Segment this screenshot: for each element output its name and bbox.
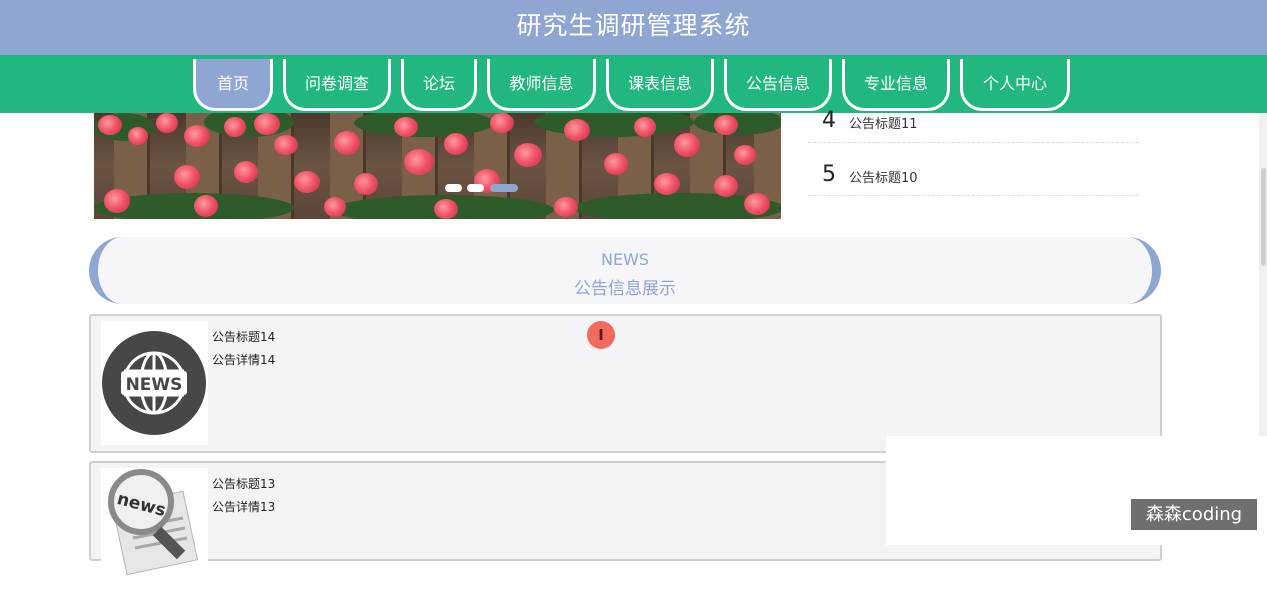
news-magnifier-icon: news bbox=[101, 468, 208, 592]
notice-rank: 4 bbox=[822, 108, 836, 133]
nav-item-timetable[interactable]: 课表信息 bbox=[606, 59, 714, 111]
carousel-dot-3[interactable] bbox=[490, 184, 518, 192]
nav-item-forum[interactable]: 论坛 bbox=[401, 59, 477, 111]
news-title-cn: 公告信息展示 bbox=[574, 279, 676, 299]
news-card-detail: 公告详情13 bbox=[212, 500, 276, 514]
carousel-dot-2[interactable] bbox=[467, 184, 484, 192]
app-title-bar: 研究生调研管理系统 bbox=[0, 0, 1267, 55]
news-card-title[interactable]: 公告标题13 bbox=[212, 475, 275, 492]
nav-item-questionnaire[interactable]: 问卷调查 bbox=[283, 59, 391, 111]
notice-list-item[interactable]: 4 公告标题11 bbox=[808, 90, 1139, 143]
text-cursor-icon: I bbox=[587, 321, 615, 349]
notice-title[interactable]: 公告标题10 bbox=[849, 167, 918, 186]
news-globe-icon: NEWS bbox=[101, 321, 208, 445]
news-section-header: NEWS 公告信息展示 bbox=[89, 237, 1161, 304]
notice-rank: 5 bbox=[822, 162, 836, 187]
news-title-en: NEWS bbox=[600, 250, 650, 269]
nav-item-home[interactable]: 首页 bbox=[193, 59, 273, 111]
nav-item-teachers[interactable]: 教师信息 bbox=[487, 59, 596, 111]
carousel-dot-1[interactable] bbox=[445, 184, 462, 192]
banner-carousel[interactable] bbox=[94, 113, 781, 219]
notice-title[interactable]: 公告标题11 bbox=[849, 113, 918, 132]
news-card-title[interactable]: 公告标题14 bbox=[212, 328, 275, 345]
svg-text:NEWS: NEWS bbox=[126, 375, 183, 395]
news-card[interactable]: NEWS 公告标题14 公告详情14 bbox=[89, 314, 1162, 453]
watermark: 森森coding bbox=[1131, 499, 1257, 530]
notice-list-item[interactable]: 5 公告标题10 bbox=[808, 143, 1139, 196]
app-title: 研究生调研管理系统 bbox=[516, 11, 751, 40]
news-card-detail: 公告详情14 bbox=[212, 353, 276, 367]
scrollbar-thumb[interactable] bbox=[1261, 168, 1266, 266]
